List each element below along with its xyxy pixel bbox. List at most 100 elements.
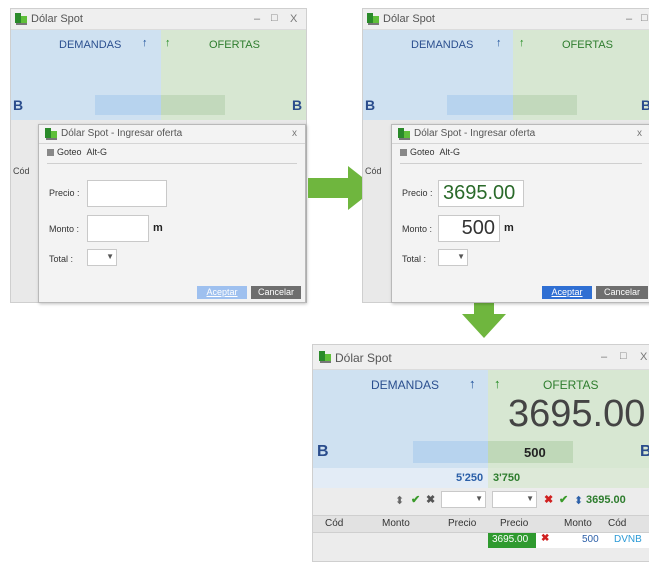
bid-label: B xyxy=(365,97,376,113)
dialog-ingresar-oferta-2: Dólar Spot - Ingresar oferta x Goteo Alt… xyxy=(391,124,649,303)
dialog-ingresar-oferta-1: Dólar Spot - Ingresar oferta x Goteo Alt… xyxy=(38,124,306,303)
offer-amount: 500 xyxy=(524,445,546,460)
check-icon[interactable]: ✔ xyxy=(559,493,568,506)
ofertas-bar xyxy=(513,95,577,115)
monto-unit-label: m xyxy=(153,222,163,234)
ask-label: B xyxy=(292,97,303,113)
col-header-precio[interactable]: Precio xyxy=(500,518,528,529)
chevron-down-icon[interactable]: ▼ xyxy=(106,252,114,261)
checkbox-icon[interactable] xyxy=(400,149,407,157)
ofertas-select[interactable]: ▼ xyxy=(492,491,537,508)
goteo-option[interactable]: Goteo Alt-G xyxy=(400,147,460,157)
aceptar-button[interactable]: Aceptar xyxy=(197,286,247,299)
maximize-icon[interactable]: □ xyxy=(271,12,278,24)
demandas-bar xyxy=(447,95,513,115)
row-monto: 500 xyxy=(582,534,599,545)
goteo-shortcut: Alt-G xyxy=(439,147,461,157)
cancel-icon[interactable]: ✖ xyxy=(426,493,435,506)
close-icon[interactable]: x xyxy=(637,128,642,139)
demandas-header: DEMANDAS xyxy=(59,39,122,51)
col-header-cod[interactable]: Cód xyxy=(325,518,343,529)
window-titlebar[interactable]: Dólar Spot – □ X xyxy=(11,9,306,30)
window-dolar-spot-3: Dólar Spot – □ X DEMANDAS ↑ ↑ OFERTAS 36… xyxy=(312,344,649,562)
precio-label: Precio : xyxy=(49,188,80,198)
checkbox-icon[interactable] xyxy=(47,149,54,157)
monto-label: Monto : xyxy=(49,224,80,234)
price-stepper-icon[interactable]: ⬍ xyxy=(395,494,404,507)
sort-up-arrow-icon[interactable]: ↑ xyxy=(494,376,501,391)
delete-row-icon[interactable]: ✖ xyxy=(541,533,549,544)
demandas-header: DEMANDAS xyxy=(411,39,474,51)
best-offer-price: 3695.00 xyxy=(508,393,646,435)
monto-input[interactable]: 500 xyxy=(438,215,500,242)
close-icon[interactable]: X xyxy=(290,13,297,25)
precio-value: 3695.00 xyxy=(443,182,516,204)
window-title: Dólar Spot xyxy=(335,351,392,365)
ofertas-bar xyxy=(161,95,225,115)
dialog-titlebar[interactable]: Dólar Spot - Ingresar oferta x xyxy=(392,125,649,144)
window-title: Dólar Spot xyxy=(31,13,83,25)
minimize-icon[interactable]: – xyxy=(626,13,632,25)
side-column-label: Cód xyxy=(13,166,30,176)
goteo-option[interactable]: Goteo Alt-G xyxy=(47,147,107,157)
app-logo-icon xyxy=(15,13,27,25)
aceptar-button[interactable]: Aceptar xyxy=(542,286,592,299)
cancel-icon[interactable]: ✖ xyxy=(544,493,553,506)
maximize-icon[interactable]: □ xyxy=(641,12,648,24)
close-icon[interactable]: X xyxy=(640,351,647,363)
cancelar-button[interactable]: Cancelar xyxy=(596,286,648,299)
sort-up-arrow-icon[interactable]: ↑ xyxy=(496,37,502,49)
col-header-monto[interactable]: Monto xyxy=(382,518,410,529)
window-titlebar[interactable]: Dólar Spot – □ X xyxy=(313,345,649,370)
demandas-bar xyxy=(413,441,488,463)
sort-up-arrow-icon[interactable]: ↑ xyxy=(165,37,171,49)
ask-label: B xyxy=(641,97,649,113)
window-title: Dólar Spot xyxy=(383,13,435,25)
demandas-total: 5'250 xyxy=(456,472,484,484)
app-logo-icon xyxy=(319,351,331,363)
price-stepper-icon[interactable]: ⬍ xyxy=(574,494,583,507)
total-label: Total : xyxy=(402,254,427,264)
table-row[interactable]: 3695.00 ✖ 500 DVNB xyxy=(488,533,649,548)
toolbar-price: 3695.00 xyxy=(586,494,626,506)
ask-label: B xyxy=(640,443,649,461)
precio-input[interactable]: 3695.00 xyxy=(438,180,524,207)
app-logo-icon xyxy=(398,128,410,140)
total-label: Total : xyxy=(49,254,74,264)
col-header-monto[interactable]: Monto xyxy=(564,518,592,529)
row-cod: DVNB xyxy=(614,534,642,545)
minimize-icon[interactable]: – xyxy=(601,351,607,363)
ofertas-header: OFERTAS xyxy=(209,39,260,51)
bid-label: B xyxy=(13,97,24,113)
precio-label: Precio : xyxy=(402,188,433,198)
check-icon[interactable]: ✔ xyxy=(411,493,420,506)
side-column-label: Cód xyxy=(365,166,382,176)
col-header-cod[interactable]: Cód xyxy=(608,518,626,529)
minimize-icon[interactable]: – xyxy=(254,13,260,25)
divider xyxy=(400,163,642,164)
sort-up-arrow-icon[interactable]: ↑ xyxy=(142,37,148,49)
dialog-titlebar[interactable]: Dólar Spot - Ingresar oferta x xyxy=(39,125,305,144)
goteo-label: Goteo xyxy=(57,147,82,157)
sort-up-arrow-icon[interactable]: ↑ xyxy=(469,376,476,391)
row-precio: 3695.00 xyxy=(492,534,529,545)
cancelar-button[interactable]: Cancelar xyxy=(251,286,301,299)
close-icon[interactable]: x xyxy=(292,128,297,139)
col-header-precio[interactable]: Precio xyxy=(448,518,476,529)
ofertas-header: OFERTAS xyxy=(562,39,613,51)
monto-label: Monto : xyxy=(402,224,433,234)
window-titlebar[interactable]: Dólar Spot – □ xyxy=(363,9,649,30)
sort-up-arrow-icon[interactable]: ↑ xyxy=(519,37,525,49)
chevron-down-icon[interactable]: ▼ xyxy=(457,252,465,261)
monto-input[interactable] xyxy=(87,215,149,242)
demandas-select[interactable]: ▼ xyxy=(441,491,486,508)
table-header-row xyxy=(313,515,649,533)
precio-input[interactable] xyxy=(87,180,167,207)
dialog-title: Dólar Spot - Ingresar oferta xyxy=(414,128,536,139)
total-select[interactable]: ▼ xyxy=(438,249,468,266)
total-select[interactable]: ▼ xyxy=(87,249,117,266)
maximize-icon[interactable]: □ xyxy=(620,350,627,362)
goteo-label: Goteo xyxy=(410,147,435,157)
chevron-down-icon[interactable]: ▼ xyxy=(475,494,483,503)
chevron-down-icon[interactable]: ▼ xyxy=(526,494,534,503)
